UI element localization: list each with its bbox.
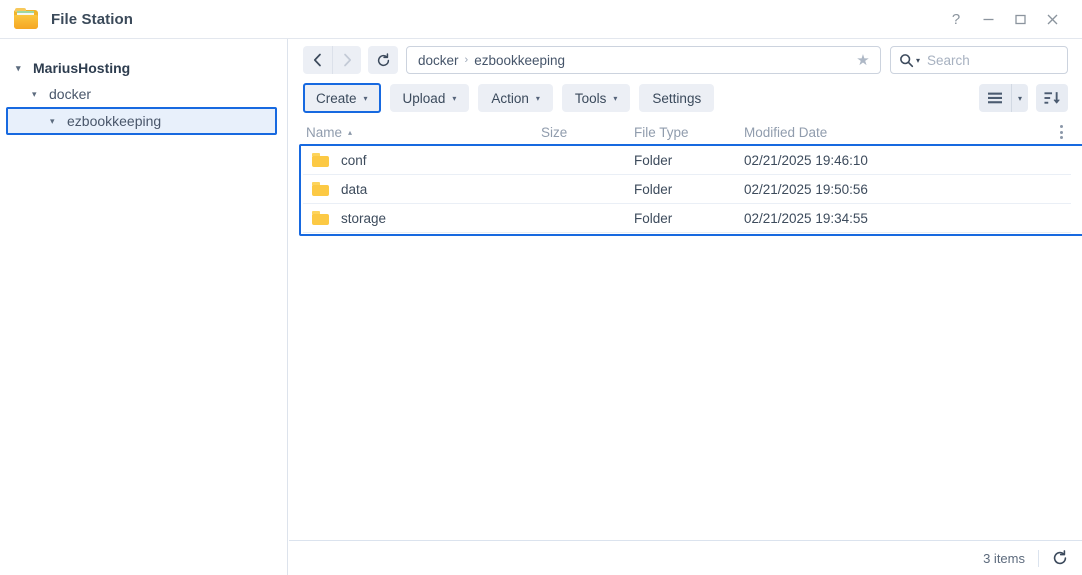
close-icon <box>1047 14 1057 24</box>
page-title: File Station <box>51 10 134 28</box>
chevron-down-icon[interactable]: ▾ <box>16 63 28 73</box>
file-modified-date: 02/21/2025 19:46:10 <box>744 152 868 168</box>
minimize-button[interactable] <box>972 0 1004 39</box>
file-rows: conf Folder 02/21/2025 19:46:10 data Fol… <box>299 144 1082 236</box>
navigation-bar: docker › ezbookkeeping ★ ▾ <box>289 39 1082 81</box>
status-bar: 3 items <box>289 540 1082 575</box>
back-icon <box>313 53 321 67</box>
kebab-menu-icon[interactable] <box>1051 125 1071 139</box>
chevron-down-icon: ▾ <box>363 93 368 103</box>
refresh-icon <box>1053 550 1067 565</box>
search-icon[interactable]: ▾ <box>899 53 920 68</box>
search-input[interactable]: ▾ <box>890 46 1068 74</box>
sidebar-item-docker[interactable]: ▾ docker <box>0 81 287 107</box>
file-list: Name ▴ Size File Type Modified Date conf <box>299 119 1082 236</box>
folder-icon <box>312 153 329 167</box>
tools-button-label: Tools <box>574 90 607 106</box>
column-header-name[interactable]: Name ▴ <box>303 125 541 140</box>
breadcrumb-separator: › <box>464 54 469 66</box>
sidebar-item-label: MariusHosting <box>33 60 131 76</box>
settings-button[interactable]: Settings <box>639 84 715 112</box>
file-type: Folder <box>634 210 673 226</box>
file-modified-date: 02/21/2025 19:34:55 <box>744 210 868 226</box>
file-modified-date: 02/21/2025 19:50:56 <box>744 181 868 197</box>
refresh-button[interactable] <box>368 46 398 74</box>
nav-history-group <box>303 46 361 74</box>
column-header-file-type[interactable]: File Type <box>634 125 744 140</box>
search-field[interactable] <box>927 52 1048 68</box>
file-name: conf <box>341 152 367 168</box>
sidebar: ▾ MariusHosting ▾ docker ▾ ezbookkeeping <box>0 39 288 575</box>
column-header-modified-date[interactable]: Modified Date <box>744 125 1051 140</box>
star-icon[interactable]: ★ <box>852 49 874 71</box>
forward-icon <box>343 53 351 67</box>
breadcrumb[interactable]: docker › ezbookkeeping ★ <box>406 46 881 74</box>
file-type: Folder <box>634 152 673 168</box>
breadcrumb-item-ezbookkeeping[interactable]: ezbookkeeping <box>474 53 565 68</box>
minimize-icon <box>983 18 993 20</box>
create-button[interactable]: Create ▾ <box>303 83 381 113</box>
file-name: data <box>341 181 368 197</box>
sort-descending-icon[interactable] <box>1036 84 1068 112</box>
table-row[interactable]: conf Folder 02/21/2025 19:46:10 <box>303 146 1071 175</box>
item-count: 3 items <box>983 550 1025 566</box>
folder-icon <box>14 8 38 30</box>
file-name: storage <box>341 210 387 226</box>
sidebar-item-ezbookkeeping[interactable]: ▾ ezbookkeeping <box>6 107 277 135</box>
refresh-icon <box>377 52 389 66</box>
toolbar: Create ▾ Upload ▾ Action ▾ Tools ▾ Setti… <box>289 81 1082 115</box>
chevron-down-icon[interactable]: ▾ <box>1011 84 1028 112</box>
chevron-down-icon[interactable]: ▾ <box>32 89 44 99</box>
upload-button[interactable]: Upload ▾ <box>389 84 470 112</box>
main-panel: docker › ezbookkeeping ★ ▾ Create <box>289 39 1082 575</box>
table-row[interactable]: data Folder 02/21/2025 19:50:56 <box>303 175 1071 204</box>
folder-icon <box>312 211 329 225</box>
chevron-down-icon[interactable]: ▾ <box>916 56 920 65</box>
action-button-label: Action <box>491 90 529 106</box>
sidebar-item-mariushosting[interactable]: ▾ MariusHosting <box>0 55 287 81</box>
file-type: Folder <box>634 181 673 197</box>
table-row[interactable]: storage Folder 02/21/2025 19:34:55 <box>303 204 1071 233</box>
chevron-down-icon: ▾ <box>535 93 540 103</box>
chevron-down-icon: ▾ <box>613 93 618 103</box>
maximize-button[interactable] <box>1004 0 1036 39</box>
column-header-size[interactable]: Size <box>541 125 634 140</box>
back-button[interactable] <box>303 46 332 74</box>
help-button[interactable]: ? <box>940 0 972 39</box>
maximize-icon <box>1014 14 1026 24</box>
upload-button-label: Upload <box>402 90 446 106</box>
refresh-button[interactable] <box>1052 550 1068 566</box>
sidebar-item-label: docker <box>49 86 92 102</box>
folder-icon <box>312 182 329 196</box>
window-controls: ? <box>940 0 1082 39</box>
column-headers: Name ▴ Size File Type Modified Date <box>303 119 1071 146</box>
sort-ascending-icon: ▴ <box>348 127 353 137</box>
help-icon: ? <box>951 10 961 28</box>
close-button[interactable] <box>1036 0 1068 39</box>
forward-button[interactable] <box>332 46 361 74</box>
divider <box>1038 549 1039 567</box>
view-mode-group: ▾ <box>979 84 1028 112</box>
toolbar-right-group: ▾ <box>979 84 1068 112</box>
action-button[interactable]: Action ▾ <box>478 84 553 112</box>
title-bar: File Station ? <box>0 0 1082 39</box>
tools-button[interactable]: Tools ▾ <box>561 84 631 112</box>
breadcrumb-item-docker[interactable]: docker <box>418 53 459 68</box>
sidebar-item-label: ezbookkeeping <box>67 113 162 129</box>
settings-button-label: Settings <box>652 90 702 106</box>
file-station-window: File Station ? ▾ MariusHosting ▾ docker … <box>0 0 1082 575</box>
list-view-icon[interactable] <box>979 84 1011 112</box>
chevron-down-icon[interactable]: ▾ <box>50 116 62 126</box>
create-button-label: Create <box>316 90 357 106</box>
chevron-down-icon: ▾ <box>452 93 457 103</box>
